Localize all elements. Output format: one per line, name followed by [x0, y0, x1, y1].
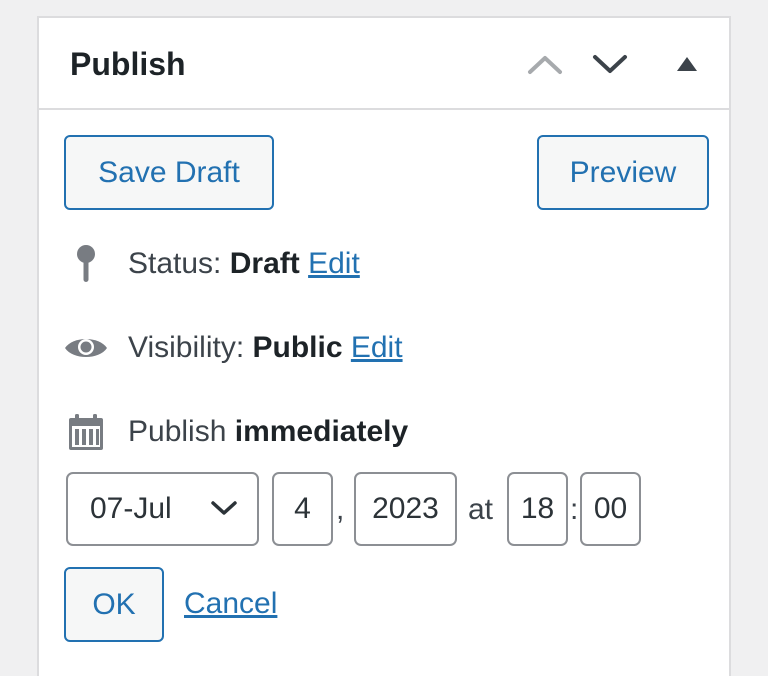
publish-label: Publish — [128, 415, 227, 448]
visibility-edit-link[interactable]: Edit — [351, 331, 403, 364]
date-comma: , — [336, 493, 345, 526]
chevron-down-icon — [211, 501, 237, 515]
hour-input[interactable]: 18 — [507, 472, 568, 546]
month-value: 07-Jul — [90, 492, 172, 525]
panel-header: Publish — [39, 18, 729, 110]
panel-title: Publish — [70, 46, 186, 82]
chevron-down-icon — [593, 55, 627, 73]
publish-value: immediately — [234, 415, 409, 448]
status-label: Status: — [128, 247, 222, 280]
at-label: at — [468, 493, 494, 526]
save-draft-button[interactable]: Save Draft — [64, 135, 274, 210]
move-up-button[interactable] — [521, 40, 569, 88]
pin-icon — [61, 242, 111, 286]
move-down-button[interactable] — [586, 40, 634, 88]
visibility-value: Public — [252, 331, 343, 364]
year-input[interactable]: 2023 — [354, 472, 457, 546]
status-edit-link[interactable]: Edit — [308, 247, 360, 280]
chevron-up-icon — [528, 56, 562, 74]
triangle-up-icon — [677, 57, 697, 71]
calendar-icon — [61, 410, 111, 454]
status-value: Draft — [229, 247, 300, 280]
publish-panel: Publish Save Draft Preview Status: Draft… — [37, 16, 731, 676]
eye-icon — [61, 326, 111, 370]
day-input[interactable]: 4 — [272, 472, 333, 546]
ok-button[interactable]: OK — [64, 567, 164, 642]
month-select[interactable]: 07-Jul — [66, 472, 259, 546]
cancel-link[interactable]: Cancel — [184, 586, 277, 622]
time-colon: : — [570, 493, 579, 526]
visibility-label: Visibility: — [128, 331, 245, 364]
preview-button[interactable]: Preview — [537, 135, 709, 210]
toggle-panel-button[interactable] — [663, 40, 711, 88]
minute-input[interactable]: 00 — [580, 472, 641, 546]
